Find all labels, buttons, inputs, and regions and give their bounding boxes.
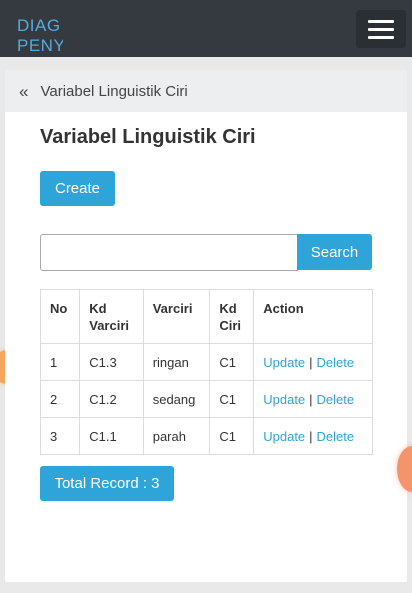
- update-link[interactable]: Update: [263, 355, 305, 370]
- total-record-button[interactable]: Total Record : 3: [40, 466, 174, 501]
- column-header-kd-varciri: Kd Varciri: [79, 289, 144, 344]
- delete-link[interactable]: Delete: [317, 355, 355, 370]
- table-row: 3 C1.1 parah C1 Update | Delete: [39, 417, 373, 455]
- cell-varciri: parah: [142, 417, 211, 455]
- hamburger-menu-button[interactable]: [356, 10, 406, 48]
- breadcrumb: « Variabel Linguistik Ciri: [5, 70, 407, 112]
- action-separator: |: [309, 354, 313, 370]
- cell-kd-ciri: C1: [209, 380, 255, 418]
- cell-varciri: sedang: [142, 380, 211, 418]
- top-navbar: DIAG PENY: [0, 0, 412, 57]
- content-panel: « Variabel Linguistik Ciri Variabel Ling…: [5, 70, 407, 582]
- cell-no: 3: [39, 417, 81, 455]
- column-header-no: No: [39, 289, 81, 344]
- cell-varciri: ringan: [142, 343, 211, 381]
- cell-kd-ciri: C1: [209, 417, 255, 455]
- hamburger-icon-bar: [368, 19, 394, 23]
- table-header-row: No Kd Varciri Varciri Kd Ciri Action: [39, 289, 373, 344]
- brand-logo-text[interactable]: DIAG PENY: [17, 16, 63, 54]
- action-separator: |: [309, 391, 313, 407]
- action-separator: |: [309, 428, 313, 444]
- update-link[interactable]: Update: [263, 392, 305, 407]
- breadcrumb-label: Variabel Linguistik Ciri: [40, 82, 188, 100]
- cell-kd-ciri: C1: [209, 343, 255, 381]
- hamburger-icon-bar: [368, 27, 394, 31]
- delete-link[interactable]: Delete: [317, 392, 355, 407]
- cell-no: 2: [39, 380, 81, 418]
- search-button[interactable]: Search: [297, 234, 372, 270]
- page-title: Variabel Linguistik Ciri: [40, 126, 256, 148]
- cell-kd-varciri: C1.3: [79, 343, 144, 381]
- column-header-kd-ciri: Kd Ciri: [209, 289, 255, 344]
- column-header-varciri: Varciri: [142, 289, 211, 344]
- create-button[interactable]: Create: [40, 171, 115, 206]
- cell-kd-varciri: C1.2: [79, 380, 144, 418]
- cell-kd-varciri: C1.1: [79, 417, 144, 455]
- data-table: No Kd Varciri Varciri Kd Ciri Action 1 C…: [39, 289, 373, 455]
- update-link[interactable]: Update: [263, 429, 305, 444]
- cell-action: Update | Delete: [253, 380, 373, 418]
- double-chevron-left-icon[interactable]: «: [19, 83, 28, 100]
- cell-action: Update | Delete: [253, 417, 373, 455]
- table-row: 2 C1.2 sedang C1 Update | Delete: [39, 380, 373, 418]
- search-input[interactable]: [40, 234, 298, 271]
- column-header-action: Action: [253, 289, 373, 344]
- table-row: 1 C1.3 ringan C1 Update | Delete: [39, 343, 373, 381]
- cell-action: Update | Delete: [253, 343, 373, 381]
- cell-no: 1: [39, 343, 81, 381]
- hamburger-icon-bar: [368, 35, 394, 39]
- delete-link[interactable]: Delete: [317, 429, 355, 444]
